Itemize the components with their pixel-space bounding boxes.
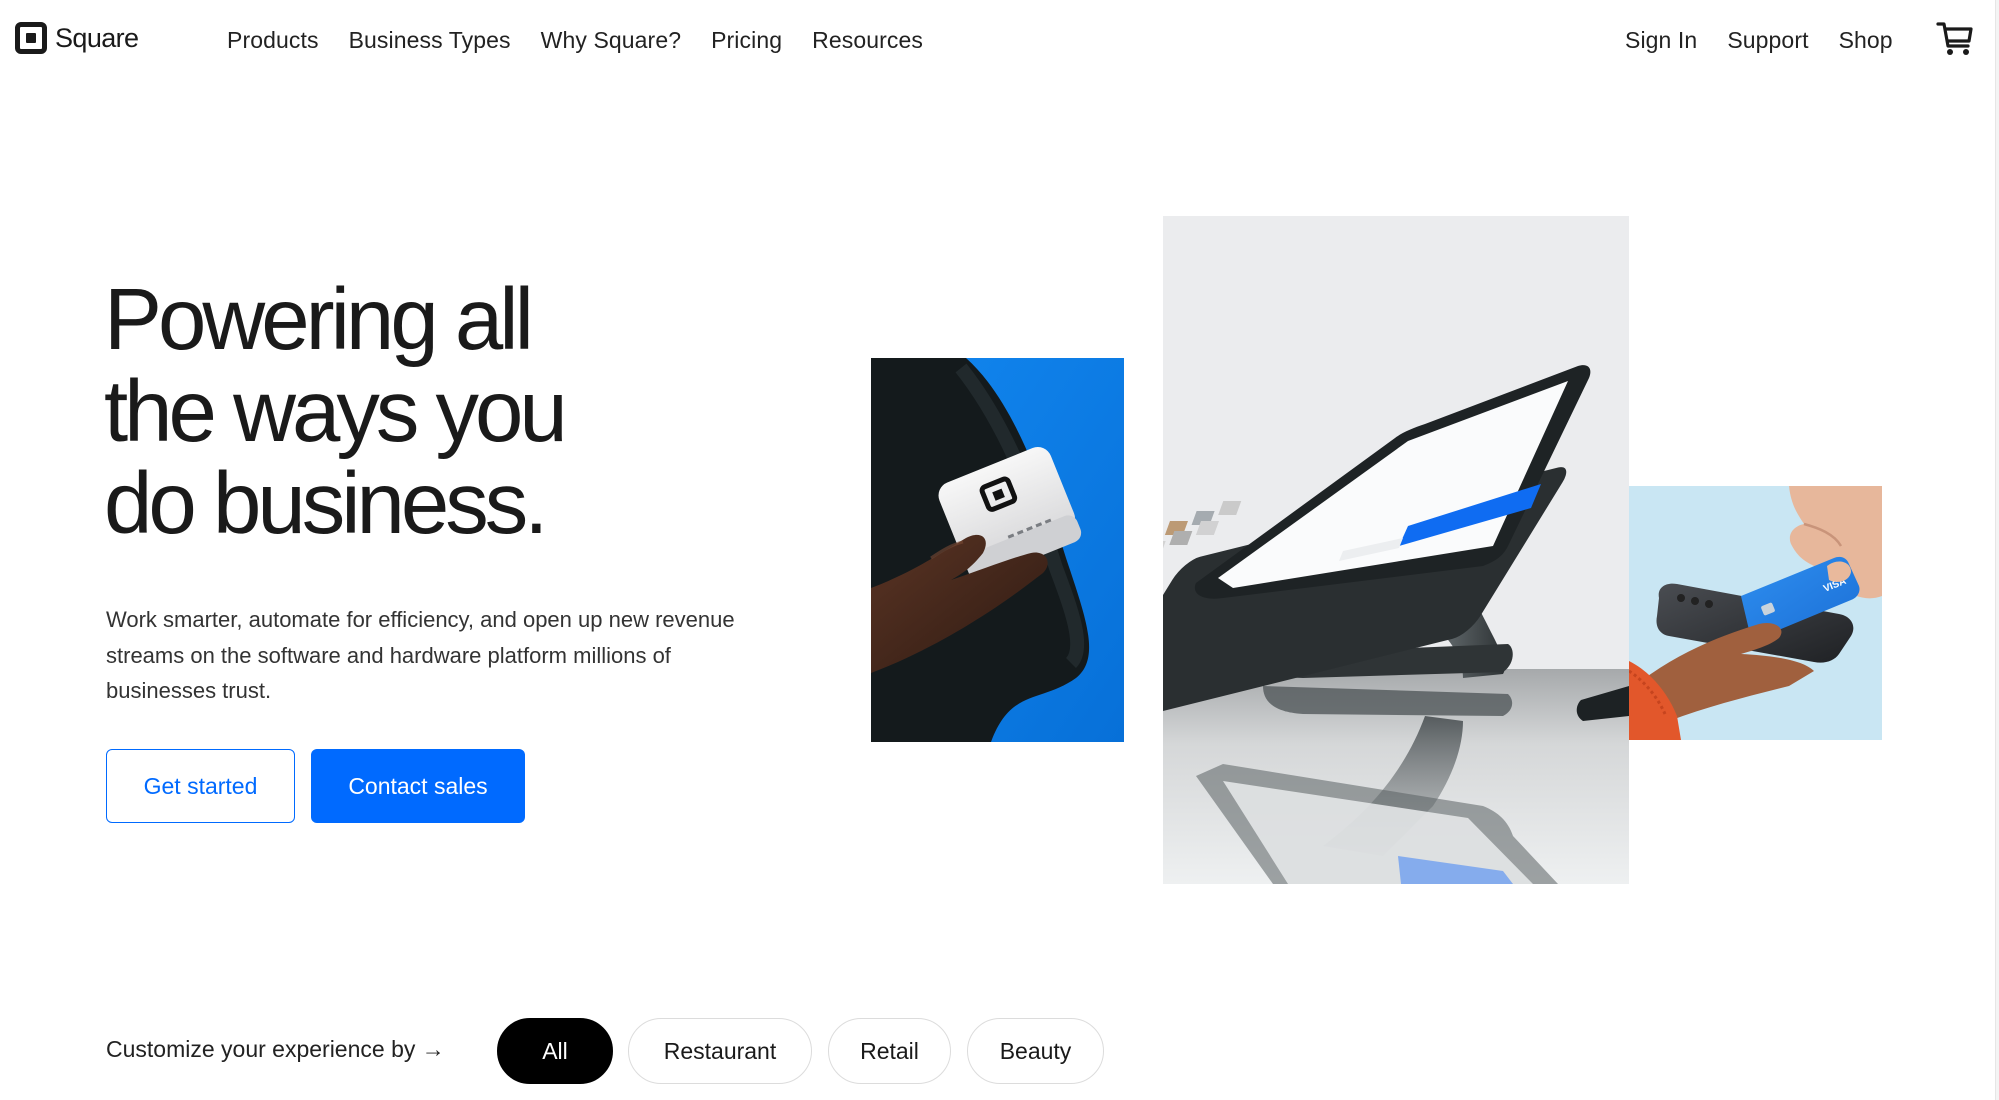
cart-button[interactable] [1936, 20, 1974, 58]
square-register-tablet-image [1163, 216, 1629, 884]
tap-to-pay-illustration: VISA [1629, 486, 1882, 740]
utility-nav: Sign In Support Shop [1625, 24, 1923, 56]
nav-products[interactable]: Products [227, 27, 319, 54]
shopping-cart-icon [1936, 22, 1973, 55]
headline-line: Powering all [104, 271, 534, 368]
hero-headline: Powering all the ways you do business. [104, 274, 804, 550]
get-started-button[interactable]: Get started [106, 749, 295, 823]
square-logo-link[interactable]: Square [15, 22, 139, 54]
nav-pricing[interactable]: Pricing [711, 27, 782, 54]
nav-sign-in[interactable]: Sign In [1625, 27, 1697, 54]
tap-to-pay-phone-image: VISA [1629, 486, 1882, 740]
square-logo-icon [15, 22, 47, 54]
nav-resources[interactable]: Resources [812, 27, 923, 54]
filter-pill-retail[interactable]: Retail [828, 1018, 951, 1084]
filter-pill-beauty[interactable]: Beauty [967, 1018, 1104, 1084]
customize-label: Customize your experience by → [106, 1036, 445, 1062]
headline-line: do business. [104, 455, 548, 552]
hand-holding-square-terminal-image [871, 358, 1124, 742]
headline-line: the ways you [104, 363, 568, 460]
contact-sales-button[interactable]: Contact sales [311, 749, 525, 823]
nav-shop[interactable]: Shop [1839, 27, 1893, 54]
primary-nav: Products Business Types Why Square? Pric… [227, 24, 923, 56]
nav-support[interactable]: Support [1727, 27, 1808, 54]
filter-pill-restaurant[interactable]: Restaurant [628, 1018, 812, 1084]
scrollbar[interactable] [1995, 0, 1999, 1100]
logo-text: Square [55, 22, 139, 53]
nav-why-square[interactable]: Why Square? [541, 27, 681, 54]
hero-description: Work smarter, automate for efficiency, a… [106, 607, 735, 703]
filter-pill-all[interactable]: All [497, 1018, 613, 1084]
terminal-illustration [871, 358, 1124, 742]
register-illustration [1163, 216, 1629, 884]
nav-business-types[interactable]: Business Types [349, 27, 511, 54]
